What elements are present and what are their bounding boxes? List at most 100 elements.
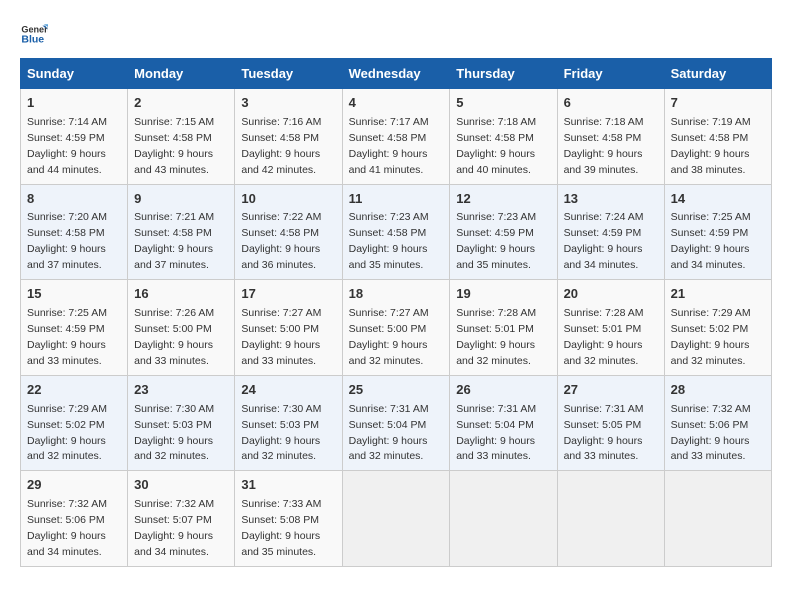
day-sunset: Sunset: 5:04 PM <box>349 419 427 431</box>
day-sunrise: Sunrise: 7:27 AM <box>241 307 321 319</box>
day-number: 12 <box>456 190 550 209</box>
calendar-day-cell: 20 Sunrise: 7:28 AM Sunset: 5:01 PM Dayl… <box>557 280 664 376</box>
day-sunset: Sunset: 4:59 PM <box>671 227 749 239</box>
calendar-day-cell: 13 Sunrise: 7:24 AM Sunset: 4:59 PM Dayl… <box>557 184 664 280</box>
day-sunrise: Sunrise: 7:23 AM <box>456 211 536 223</box>
day-number: 1 <box>27 94 121 113</box>
calendar-day-cell: 26 Sunrise: 7:31 AM Sunset: 5:04 PM Dayl… <box>450 375 557 471</box>
calendar-day-cell: 18 Sunrise: 7:27 AM Sunset: 5:00 PM Dayl… <box>342 280 450 376</box>
calendar-day-cell: 7 Sunrise: 7:19 AM Sunset: 4:58 PM Dayli… <box>664 89 771 185</box>
calendar-day-cell: 29 Sunrise: 7:32 AM Sunset: 5:06 PM Dayl… <box>21 471 128 567</box>
day-sunrise: Sunrise: 7:28 AM <box>456 307 536 319</box>
day-sunrise: Sunrise: 7:22 AM <box>241 211 321 223</box>
calendar-day-cell: 5 Sunrise: 7:18 AM Sunset: 4:58 PM Dayli… <box>450 89 557 185</box>
day-sunrise: Sunrise: 7:31 AM <box>456 403 536 415</box>
day-sunrise: Sunrise: 7:17 AM <box>349 116 429 128</box>
weekday-header-wednesday: Wednesday <box>342 59 450 89</box>
weekday-header-friday: Friday <box>557 59 664 89</box>
calendar-week-row: 8 Sunrise: 7:20 AM Sunset: 4:58 PM Dayli… <box>21 184 772 280</box>
day-daylight: Daylight: 9 hours and 32 minutes. <box>671 339 750 367</box>
calendar-day-cell: 9 Sunrise: 7:21 AM Sunset: 4:58 PM Dayli… <box>128 184 235 280</box>
weekday-header-saturday: Saturday <box>664 59 771 89</box>
day-daylight: Daylight: 9 hours and 41 minutes. <box>349 148 428 176</box>
day-sunset: Sunset: 4:58 PM <box>27 227 105 239</box>
day-daylight: Daylight: 9 hours and 33 minutes. <box>564 435 643 463</box>
day-number: 7 <box>671 94 765 113</box>
day-daylight: Daylight: 9 hours and 32 minutes. <box>564 339 643 367</box>
day-daylight: Daylight: 9 hours and 32 minutes. <box>27 435 106 463</box>
day-sunrise: Sunrise: 7:14 AM <box>27 116 107 128</box>
day-number: 15 <box>27 285 121 304</box>
day-sunset: Sunset: 5:00 PM <box>349 323 427 335</box>
day-sunset: Sunset: 4:59 PM <box>564 227 642 239</box>
day-sunset: Sunset: 5:02 PM <box>671 323 749 335</box>
day-sunset: Sunset: 5:05 PM <box>564 419 642 431</box>
day-daylight: Daylight: 9 hours and 42 minutes. <box>241 148 320 176</box>
day-daylight: Daylight: 9 hours and 38 minutes. <box>671 148 750 176</box>
day-sunset: Sunset: 4:58 PM <box>456 132 534 144</box>
day-sunrise: Sunrise: 7:30 AM <box>241 403 321 415</box>
calendar-day-cell: 11 Sunrise: 7:23 AM Sunset: 4:58 PM Dayl… <box>342 184 450 280</box>
day-sunset: Sunset: 5:07 PM <box>134 514 212 526</box>
calendar-day-cell: 21 Sunrise: 7:29 AM Sunset: 5:02 PM Dayl… <box>664 280 771 376</box>
calendar-day-cell: 30 Sunrise: 7:32 AM Sunset: 5:07 PM Dayl… <box>128 471 235 567</box>
day-sunset: Sunset: 4:58 PM <box>134 227 212 239</box>
day-number: 24 <box>241 381 335 400</box>
day-daylight: Daylight: 9 hours and 32 minutes. <box>134 435 213 463</box>
day-daylight: Daylight: 9 hours and 40 minutes. <box>456 148 535 176</box>
day-sunrise: Sunrise: 7:29 AM <box>27 403 107 415</box>
day-sunrise: Sunrise: 7:29 AM <box>671 307 751 319</box>
day-number: 8 <box>27 190 121 209</box>
calendar-day-cell: 31 Sunrise: 7:33 AM Sunset: 5:08 PM Dayl… <box>235 471 342 567</box>
day-sunrise: Sunrise: 7:32 AM <box>27 498 107 510</box>
logo: General Blue <box>20 20 52 48</box>
day-sunrise: Sunrise: 7:16 AM <box>241 116 321 128</box>
calendar-table: SundayMondayTuesdayWednesdayThursdayFrid… <box>20 58 772 567</box>
calendar-day-cell: 27 Sunrise: 7:31 AM Sunset: 5:05 PM Dayl… <box>557 375 664 471</box>
day-sunrise: Sunrise: 7:32 AM <box>134 498 214 510</box>
day-number: 13 <box>564 190 658 209</box>
weekday-header-thursday: Thursday <box>450 59 557 89</box>
day-number: 17 <box>241 285 335 304</box>
day-sunrise: Sunrise: 7:31 AM <box>349 403 429 415</box>
calendar-day-cell: 12 Sunrise: 7:23 AM Sunset: 4:59 PM Dayl… <box>450 184 557 280</box>
day-sunset: Sunset: 5:00 PM <box>134 323 212 335</box>
day-sunset: Sunset: 4:58 PM <box>241 227 319 239</box>
day-sunrise: Sunrise: 7:25 AM <box>27 307 107 319</box>
day-sunrise: Sunrise: 7:18 AM <box>456 116 536 128</box>
logo-icon: General Blue <box>20 20 48 48</box>
day-sunrise: Sunrise: 7:24 AM <box>564 211 644 223</box>
day-daylight: Daylight: 9 hours and 33 minutes. <box>241 339 320 367</box>
day-daylight: Daylight: 9 hours and 35 minutes. <box>349 243 428 271</box>
calendar-week-row: 29 Sunrise: 7:32 AM Sunset: 5:06 PM Dayl… <box>21 471 772 567</box>
day-number: 9 <box>134 190 228 209</box>
day-number: 27 <box>564 381 658 400</box>
calendar-day-cell: 14 Sunrise: 7:25 AM Sunset: 4:59 PM Dayl… <box>664 184 771 280</box>
day-sunrise: Sunrise: 7:15 AM <box>134 116 214 128</box>
day-number: 20 <box>564 285 658 304</box>
day-number: 31 <box>241 476 335 495</box>
day-daylight: Daylight: 9 hours and 44 minutes. <box>27 148 106 176</box>
day-daylight: Daylight: 9 hours and 34 minutes. <box>134 530 213 558</box>
day-number: 25 <box>349 381 444 400</box>
day-number: 4 <box>349 94 444 113</box>
day-sunrise: Sunrise: 7:18 AM <box>564 116 644 128</box>
day-daylight: Daylight: 9 hours and 43 minutes. <box>134 148 213 176</box>
day-number: 28 <box>671 381 765 400</box>
day-number: 22 <box>27 381 121 400</box>
day-number: 21 <box>671 285 765 304</box>
day-sunrise: Sunrise: 7:31 AM <box>564 403 644 415</box>
calendar-day-cell: 24 Sunrise: 7:30 AM Sunset: 5:03 PM Dayl… <box>235 375 342 471</box>
day-sunset: Sunset: 4:58 PM <box>671 132 749 144</box>
day-number: 18 <box>349 285 444 304</box>
day-sunset: Sunset: 5:03 PM <box>241 419 319 431</box>
day-sunset: Sunset: 5:01 PM <box>564 323 642 335</box>
calendar-day-cell: 10 Sunrise: 7:22 AM Sunset: 4:58 PM Dayl… <box>235 184 342 280</box>
calendar-day-cell <box>664 471 771 567</box>
calendar-day-cell: 23 Sunrise: 7:30 AM Sunset: 5:03 PM Dayl… <box>128 375 235 471</box>
day-sunset: Sunset: 5:00 PM <box>241 323 319 335</box>
calendar-day-cell: 17 Sunrise: 7:27 AM Sunset: 5:00 PM Dayl… <box>235 280 342 376</box>
header: General Blue <box>20 20 772 48</box>
calendar-day-cell: 1 Sunrise: 7:14 AM Sunset: 4:59 PM Dayli… <box>21 89 128 185</box>
calendar-week-row: 22 Sunrise: 7:29 AM Sunset: 5:02 PM Dayl… <box>21 375 772 471</box>
